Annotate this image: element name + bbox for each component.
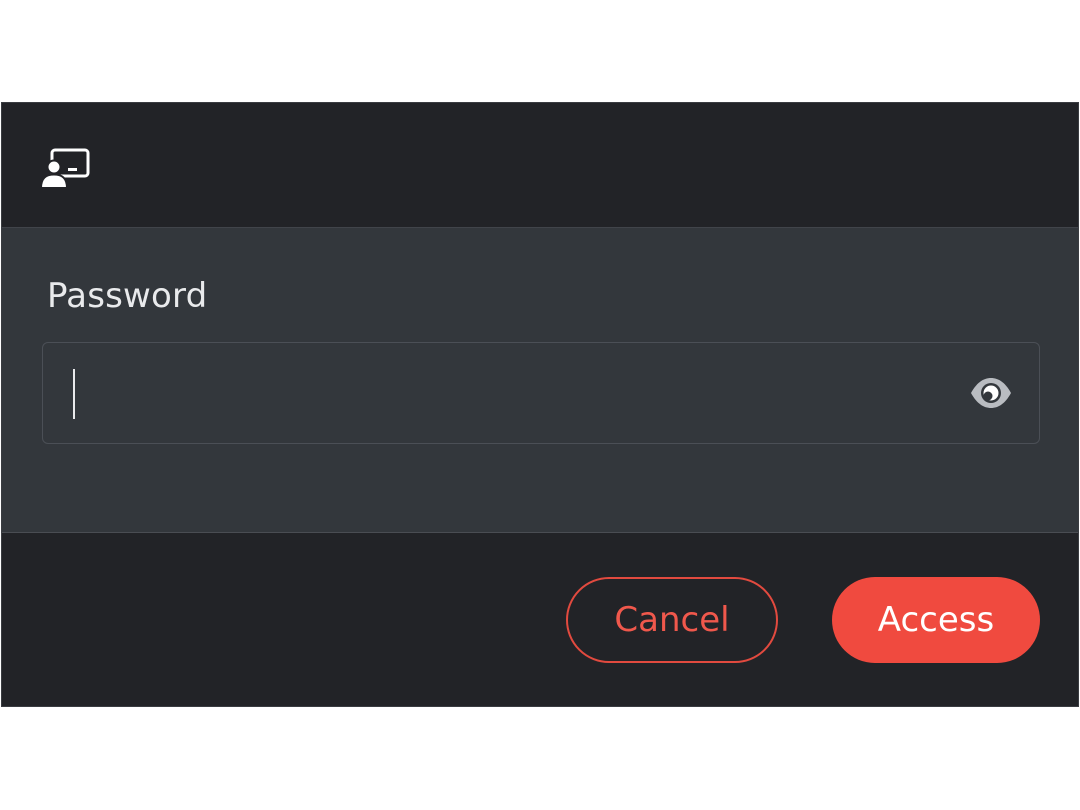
dialog-body: Password: [2, 228, 1078, 533]
password-dialog: Password Cancel Access: [2, 103, 1078, 706]
screen-share-user-icon: [39, 147, 92, 191]
password-field[interactable]: [42, 342, 1040, 444]
access-button[interactable]: Access: [832, 577, 1040, 663]
cancel-button[interactable]: Cancel: [566, 577, 778, 663]
dialog-header: [2, 103, 1078, 228]
text-caret: [73, 369, 75, 419]
eye-icon[interactable]: [969, 373, 1013, 413]
password-input[interactable]: [69, 363, 933, 425]
dialog-footer: Cancel Access: [2, 533, 1078, 706]
password-label: Password: [47, 276, 208, 316]
